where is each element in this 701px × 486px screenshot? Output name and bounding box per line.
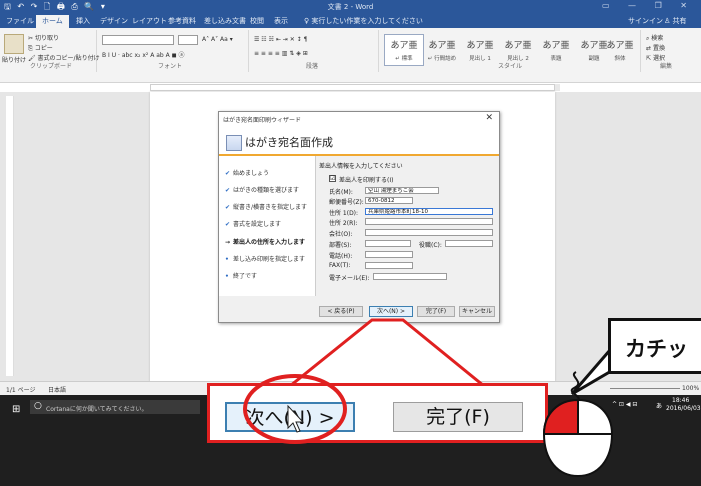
speech-bubble: カチッ [608, 318, 701, 374]
click-circle [243, 374, 347, 444]
click-sound-text: カチッ [625, 337, 688, 361]
hand-cursor-icon [287, 404, 305, 433]
